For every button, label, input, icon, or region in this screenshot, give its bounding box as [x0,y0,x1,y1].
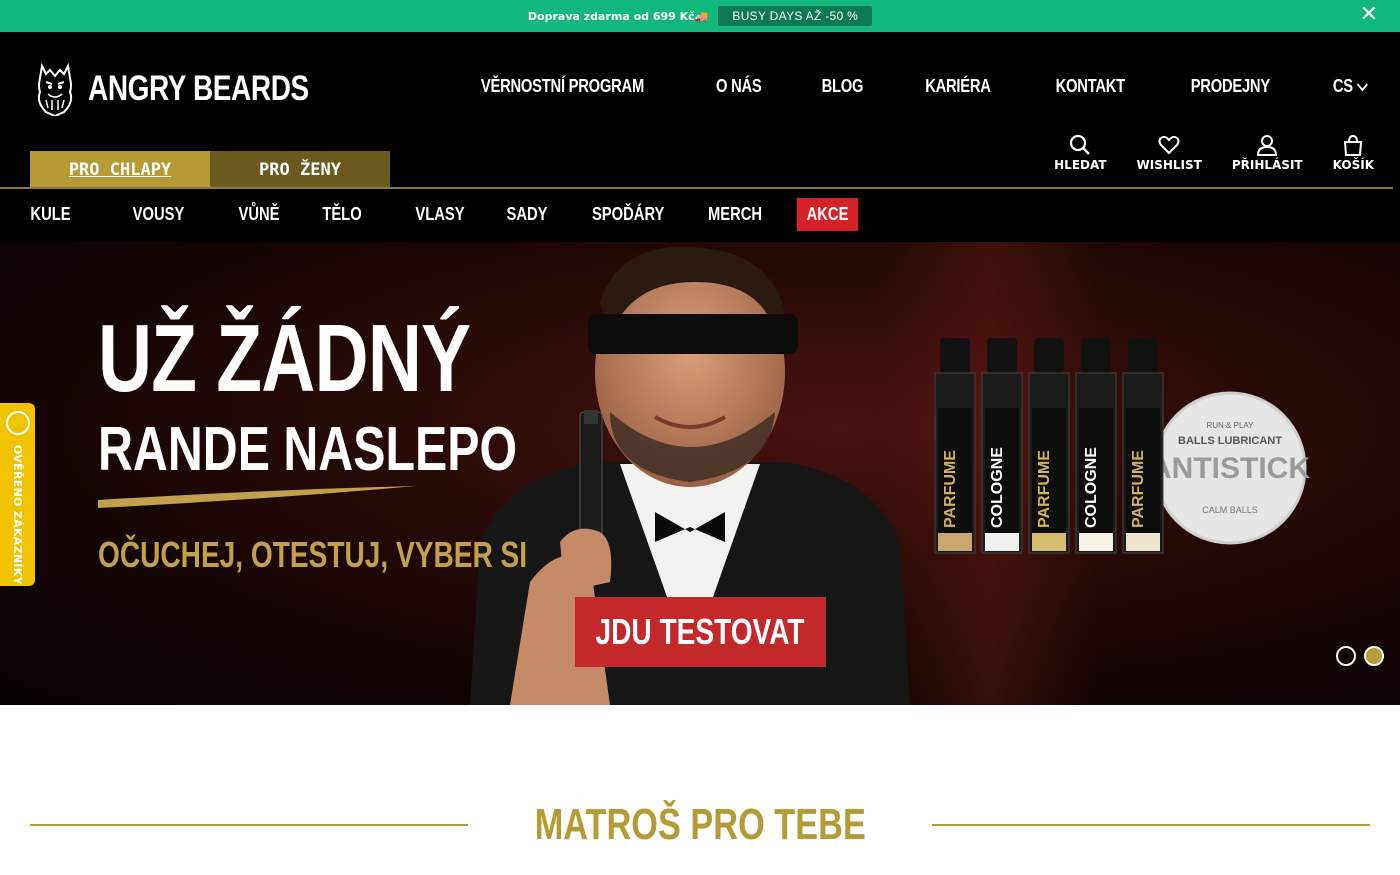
svg-text:CALM BALLS: CALM BALLS [1202,505,1258,515]
free-shipping-text: Doprava zdarma od 699 Kč🚚 [527,9,709,23]
cta-label: JDU TESTOVAT [595,611,806,652]
search-button[interactable]: HLEDAT [1054,134,1107,172]
wishlist-label: WISHLIST [1136,158,1202,172]
category-akce[interactable]: AKCE [797,198,859,231]
hero-title-line1: UŽ ŽÁDNÝ [98,305,471,412]
category-vune[interactable]: VŮNĚ [239,204,280,225]
svg-text:COLOGNE: COLOGNE [1083,447,1100,528]
verified-seal-icon [5,411,30,435]
gender-switch: PRO CHLAPY PRO ŽENY [30,151,390,188]
nav-about[interactable]: O NÁS [716,76,762,97]
nav-loyalty-program[interactable]: VĚRNOSTNÍ PROGRAM [480,76,643,97]
vial-3: PARFUME [1028,338,1070,554]
vial-4: COLOGNE [1075,338,1117,554]
header-divider [0,187,1393,189]
section-title: MATROŠ PRO TEBE [534,800,866,849]
nav-career[interactable]: KARIÉRA [925,76,991,97]
close-icon[interactable]: ✕ [1360,4,1378,26]
svg-text:PARFUME: PARFUME [1036,450,1053,528]
login-label: PŘIHLÁSIT [1231,158,1303,172]
user-icon [1257,135,1278,156]
vial-2: COLOGNE [981,338,1023,554]
hero-subtitle: OČUCHEJ, OTESTUJ, VYBER SI [98,534,528,575]
top-navigation: VĚRNOSTNÍ PROGRAM O NÁS BLOG KARIÉRA KON… [413,76,1372,97]
tab-for-women[interactable]: PRO ŽENY [210,151,390,188]
category-kule[interactable]: KULE [30,204,70,225]
search-label: HLEDAT [1054,158,1107,172]
brand-name: ANGRY BEARDS [88,69,309,108]
wishlist-button[interactable]: WISHLIST [1137,134,1202,172]
bag-icon [1344,134,1363,156]
logo[interactable]: ANGRY BEARDS [36,62,364,116]
test-now-button[interactable]: JDU TESTOVAT [575,597,826,667]
heading-line-right [932,824,1370,826]
login-button[interactable]: PŘIHLÁSIT [1232,134,1303,172]
verified-label: OVĚŘENO ZÁKAZNÍKY [11,445,24,585]
cart-label: KOŠÍK [1332,158,1374,172]
category-sady[interactable]: SADY [507,204,548,225]
product-showcase-image: RUN & PLAY BALLS LUBRICANT ANTISTICK CAL… [934,338,1310,554]
category-navigation: KULE VOUSY VŮNĚ TĚLO VLASY SADY SPOĎÁRY … [0,198,865,231]
gold-swoosh [98,486,416,508]
verified-by-customers-badge[interactable]: OVĚŘENO ZÁKAZNÍKY [0,403,35,586]
category-merch[interactable]: MERCH [708,204,762,225]
svg-text:RUN & PLAY: RUN & PLAY [1207,421,1255,430]
language-label: CS [1332,76,1353,96]
search-icon [1070,134,1091,155]
slider-dots [1336,646,1384,666]
hero-banner[interactable]: UŽ ŽÁDNÝ RANDE NASLEPO OČUCHEJ, OTESTUJ,… [0,242,1400,705]
svg-text:PARFUME: PARFUME [1130,450,1147,528]
category-spodary[interactable]: SPOĎÁRY [592,204,664,225]
busy-days-badge[interactable]: BUSY DAYS AŽ -50 % [718,6,873,26]
cart-button[interactable]: KOŠÍK [1333,134,1374,172]
promo-bar: Doprava zdarma od 699 Kč🚚 BUSY DAYS AŽ -… [0,0,1400,32]
category-telo[interactable]: TĚLO [322,204,361,225]
svg-text:BALLS LUBRICANT: BALLS LUBRICANT [1178,435,1282,447]
chevron-down-icon [1356,83,1368,92]
beard-logo-icon [37,62,73,116]
slide-dot-1[interactable] [1336,646,1356,666]
language-selector[interactable]: CS [1333,76,1368,97]
svg-text:ANTISTICK: ANTISTICK [1150,452,1310,485]
category-vlasy[interactable]: VLASY [415,204,464,225]
hero-title-line2: RANDE NASLEPO [98,415,518,484]
heart-icon [1158,135,1180,155]
nav-blog[interactable]: BLOG [822,76,864,97]
category-vousy[interactable]: VOUSY [133,204,185,225]
svg-text:PARFUME: PARFUME [942,450,959,528]
nav-contact[interactable]: KONTAKT [1055,76,1125,97]
site-header: ANGRY BEARDS VĚRNOSTNÍ PROGRAM O NÁS BLO… [0,32,1400,242]
vial-1: PARFUME [934,338,976,554]
nav-stores[interactable]: PRODEJNY [1191,76,1270,97]
slide-dot-2[interactable] [1364,646,1384,666]
tab-for-men[interactable]: PRO CHLAPY [30,151,210,188]
header-tools: HLEDAT WISHLIST PŘIHLÁSIT KOŠÍK [1054,134,1374,172]
section-heading: MATROŠ PRO TEBE [0,800,1400,850]
heading-line-left [30,824,468,826]
vial-5: PARFUME [1122,338,1164,554]
svg-text:COLOGNE: COLOGNE [989,447,1006,528]
